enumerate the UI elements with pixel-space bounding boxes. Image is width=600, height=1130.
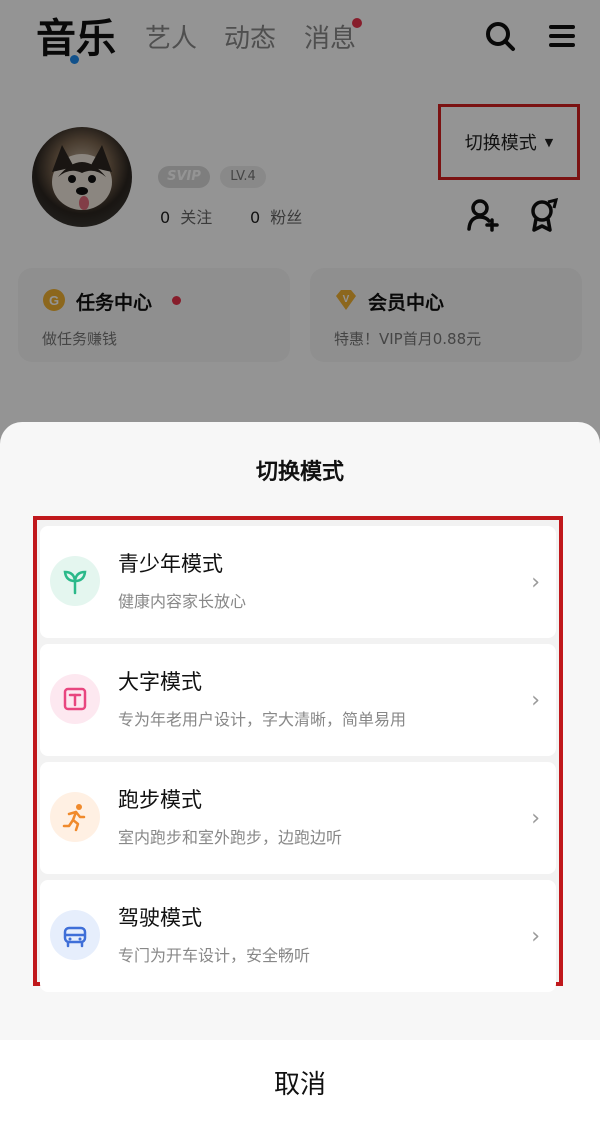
option-driving-mode[interactable]: 驾驶模式 专门为开车设计，安全畅听 › <box>40 880 556 992</box>
option-icon-bg <box>50 792 100 842</box>
profile-page: 音乐 艺人 动态 消息 SVIP LV.4 0 关注 0 粉丝 切换模式 ▼ G… <box>0 0 600 1130</box>
option-desc: 专为年老用户设计，字大清晰，简单易用 <box>118 710 407 729</box>
chevron-right-icon: › <box>531 806 540 831</box>
option-label: 大字模式 <box>118 670 202 694</box>
chevron-right-icon: › <box>531 570 540 595</box>
option-label: 跑步模式 <box>118 788 202 812</box>
car-icon <box>63 926 87 948</box>
option-teen-mode[interactable]: 青少年模式 健康内容家长放心 › <box>40 526 556 638</box>
chevron-right-icon: › <box>531 924 540 949</box>
option-large-text-mode[interactable]: 大字模式 专为年老用户设计，字大清晰，简单易用 › <box>40 644 556 756</box>
option-label: 驾驶模式 <box>118 906 202 930</box>
option-running-mode[interactable]: 跑步模式 室内跑步和室外跑步，边跑边听 › <box>40 762 556 874</box>
sprout-icon <box>63 570 87 595</box>
option-label: 青少年模式 <box>118 552 223 576</box>
text-t-icon <box>63 687 87 711</box>
switch-mode-sheet: 切换模式 青少年模式 健康内容家长放心 › 大字模式 专为年老用户设计，字大清晰… <box>0 422 600 1130</box>
chevron-right-icon: › <box>531 688 540 713</box>
option-icon-bg <box>50 674 100 724</box>
option-icon-bg <box>50 556 100 606</box>
option-desc: 室内跑步和室外跑步，边跑边听 <box>118 828 343 847</box>
option-desc: 健康内容家长放心 <box>118 592 247 611</box>
cancel-button[interactable]: 取消 <box>0 1040 600 1130</box>
sheet-title: 切换模式 <box>255 460 344 485</box>
runner-icon <box>62 804 86 832</box>
option-icon-bg <box>50 910 100 960</box>
option-desc: 专门为开车设计，安全畅听 <box>118 946 311 965</box>
